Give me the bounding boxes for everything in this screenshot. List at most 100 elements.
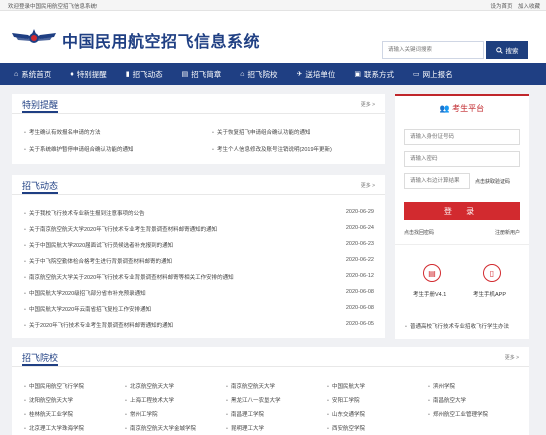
search-icon — [495, 46, 503, 54]
school-link[interactable]: 北京理工大学珠海学院 — [24, 424, 84, 432]
school-link[interactable]: 南京航空航天大学 — [226, 382, 275, 390]
news-title: 关于2020年飞行技术专业考生背景调查材料邮寄通知的通知 — [24, 323, 173, 329]
welcome-text: 欢迎登录中国民用航空招飞信息系统! — [8, 4, 98, 10]
list-item[interactable]: 南京航空航天大学关于2020年飞行技术专业背景调查材料邮寄等相关工作安排的通知 2… — [24, 273, 374, 281]
nav-item-brochure[interactable]: ▤ 招飞简章 — [182, 69, 222, 80]
id-number-input[interactable] — [404, 129, 520, 145]
news-title: 关于南京航空航天大学2020年飞行技术专业考生背景调查材料邮寄通知的通知 — [24, 227, 217, 233]
school-icon: ⌂ — [240, 70, 245, 78]
nav-item-home[interactable]: ⌂ 系统首页 — [14, 69, 51, 80]
nav-label: 网上报名 — [422, 69, 453, 79]
nav-item-news[interactable]: ▮ 招飞动态 — [126, 69, 163, 80]
school-link[interactable]: 南昌航空大学 — [428, 396, 466, 404]
schools-panel: 招飞院校 更多 > 中国民用航空飞行学院 北京航空航天大学 南京航空航天大学 中… — [12, 347, 529, 435]
more-link[interactable]: 更多 > — [361, 101, 375, 108]
school-link[interactable]: 南京航空航天大学金城学院 — [125, 424, 196, 432]
school-link[interactable]: 郑州航空工业管理学院 — [428, 410, 488, 418]
handbook-link[interactable]: 考生手册V4.1 — [413, 290, 446, 298]
login-panel: 👥 考生平台 点击获取验证码 登 录 点击找回密码 注册新用户 ▤ 考生手册V4… — [395, 94, 529, 339]
captcha-input[interactable] — [404, 173, 470, 189]
school-link[interactable]: 安阳工学院 — [327, 396, 360, 404]
add-favorite-link[interactable]: 加入收藏 — [518, 4, 540, 10]
home-icon: ⌂ — [14, 70, 19, 78]
nav-item-register[interactable]: ▭ 网上报名 — [413, 69, 453, 80]
list-item[interactable]: 考生个人信息修改及账号注销说明(2019年更新) — [212, 145, 332, 153]
school-link[interactable]: 滨州学院 — [428, 382, 455, 390]
search-button[interactable]: 搜索 — [486, 41, 528, 59]
register-link[interactable]: 注册新用户 — [495, 229, 520, 236]
news-date: 2020-06-08 — [345, 289, 374, 295]
list-item[interactable]: 考生确认有效报名申请的方法 — [24, 128, 101, 136]
reminder-panel: 特别提醒 更多 > 考生确认有效报名申请的方法 关于系统维护暂停申请组合确认功能… — [12, 94, 385, 164]
panel-title: 招飞院校 — [22, 353, 59, 366]
login-button[interactable]: 登 录 — [404, 202, 520, 220]
more-link[interactable]: 更多 > — [361, 182, 375, 189]
news-date: 2020-06-22 — [345, 257, 374, 263]
school-link[interactable]: 桂林航天工业学院 — [24, 410, 73, 418]
nav-label: 特别提醒 — [76, 69, 107, 79]
news-date: 2020-06-24 — [345, 225, 374, 231]
login-title-text: 考生平台 — [452, 104, 485, 113]
divider — [395, 244, 529, 245]
mobile-app-link[interactable]: 考生手机APP — [473, 290, 506, 298]
nav-item-schools[interactable]: ⌂ 招飞院校 — [240, 69, 277, 80]
news-title: 中国民航大学2020年云南省招飞复检工作安排通知 — [24, 307, 151, 313]
panel-header: 招飞动态 更多 > — [12, 175, 385, 195]
site-title: 中国民用航空招飞信息系统 — [62, 32, 261, 51]
forgot-password-link[interactable]: 点击找回密码 — [404, 229, 434, 236]
nav-item-reminder[interactable]: ♦ 特别提醒 — [70, 69, 107, 80]
school-link[interactable]: 上海工程技术大学 — [125, 396, 174, 404]
list-item[interactable]: 关于中国民航大学2020届面试飞行员候选者补充报到的通知 2020-06-23 — [24, 241, 374, 249]
list-item[interactable]: 关于恢复招飞申请组合确认功能的通知 — [212, 128, 311, 136]
news-title: 中国民航大学2020级招飞部分省市补充预录通知 — [24, 291, 146, 297]
news-panel: 招飞动态 更多 > 关于我校飞行技术专业新生报到注意事项的公告 2020-06-2… — [12, 175, 385, 338]
school-link[interactable]: 中国民用航空飞行学院 — [24, 382, 84, 390]
list-item[interactable]: 关于2020年飞行技术专业考生背景调查材料邮寄通知的通知 2020-06-05 — [24, 321, 374, 329]
chart-icon: ▮ — [125, 71, 130, 78]
user-group-icon: 👥 — [439, 104, 453, 113]
school-link[interactable]: 西安航空学院 — [327, 424, 365, 432]
panel-header: 特别提醒 更多 > — [12, 94, 385, 114]
list-item[interactable]: 中国民航大学2020级招飞部分省市补充预录通知 2020-06-08 — [24, 289, 374, 297]
school-link[interactable]: 沈阳航空航天大学 — [24, 396, 73, 404]
nav-label: 招飞动态 — [132, 69, 163, 79]
more-link[interactable]: 更多 > — [505, 354, 519, 361]
panel-title: 特别提醒 — [22, 100, 59, 113]
school-link[interactable]: 昆明理工大学 — [226, 424, 264, 432]
school-link[interactable]: 中国民航大学 — [327, 382, 365, 390]
list-item[interactable]: 关于我校飞行技术专业新生报到注意事项的公告 2020-06-29 — [24, 209, 374, 217]
handbook-icon[interactable]: ▤ — [423, 264, 441, 282]
school-link[interactable]: 常州工学院 — [125, 410, 158, 418]
search-button-label: 搜索 — [505, 48, 519, 55]
news-title: 南京航空航天大学关于2020年飞行技术专业背景调查材料邮寄等相关工作安排的通知 — [24, 275, 234, 281]
list-item[interactable]: 关于南京航空航天大学2020年飞行技术专业考生背景调查材料邮寄通知的通知 2020… — [24, 225, 374, 233]
mobile-app-icon[interactable]: ▯ — [483, 264, 501, 282]
plane-icon: ✈ — [296, 71, 303, 78]
school-link[interactable]: 北京航空航天大学 — [125, 382, 174, 390]
panel-title: 招飞动态 — [22, 181, 59, 194]
school-link[interactable]: 黑龙江八一农垦大学 — [226, 396, 281, 404]
nav-label: 系统首页 — [21, 69, 52, 79]
nav-item-units[interactable]: ✈ 送培单位 — [297, 69, 336, 80]
nav-item-contact[interactable]: ▣ 联系方式 — [354, 69, 394, 80]
nav-label: 送培单位 — [305, 69, 336, 79]
main-nav: ⌂ 系统首页 ♦ 特别提醒 ▮ 招飞动态 ▤ 招飞简章 ⌂ 招飞院校 ✈ 送培单位 ▣ 联系方… — [0, 63, 546, 85]
list-item[interactable]: 中国民航大学2020年云南省招飞复检工作安排通知 2020-06-08 — [24, 305, 374, 313]
school-link[interactable]: 南昌理工学院 — [226, 410, 264, 418]
bell-icon: ♦ — [70, 70, 74, 78]
news-date: 2020-06-12 — [345, 273, 374, 279]
list-item[interactable]: 关于中飞院空勤体检合格考生进行背景调查材料邮寄的通知 2020-06-22 — [24, 257, 374, 265]
news-title: 关于我校飞行技术专业新生报到注意事项的公告 — [24, 211, 144, 217]
policy-notice[interactable]: 普通高校飞行技术专业招收飞行学生办法 — [395, 314, 529, 338]
panel-header: 招飞院校 更多 > — [12, 347, 529, 367]
captcha-refresh-link[interactable]: 点击获取验证码 — [475, 178, 510, 185]
password-input[interactable] — [404, 151, 520, 167]
search-input[interactable] — [382, 41, 484, 59]
nav-label: 联系方式 — [364, 69, 395, 79]
caac-wings-logo-icon[interactable] — [10, 25, 58, 51]
set-homepage-link[interactable]: 设为首页 — [490, 4, 512, 10]
top-bar: 欢迎登录中国民用航空招飞信息系统! 设为首页 加入收藏 — [0, 0, 546, 11]
top-links: 设为首页 加入收藏 — [486, 2, 540, 10]
list-item[interactable]: 关于系统维护暂停申请组合确认功能的通知 — [24, 145, 134, 153]
school-link[interactable]: 山东交通学院 — [327, 410, 365, 418]
